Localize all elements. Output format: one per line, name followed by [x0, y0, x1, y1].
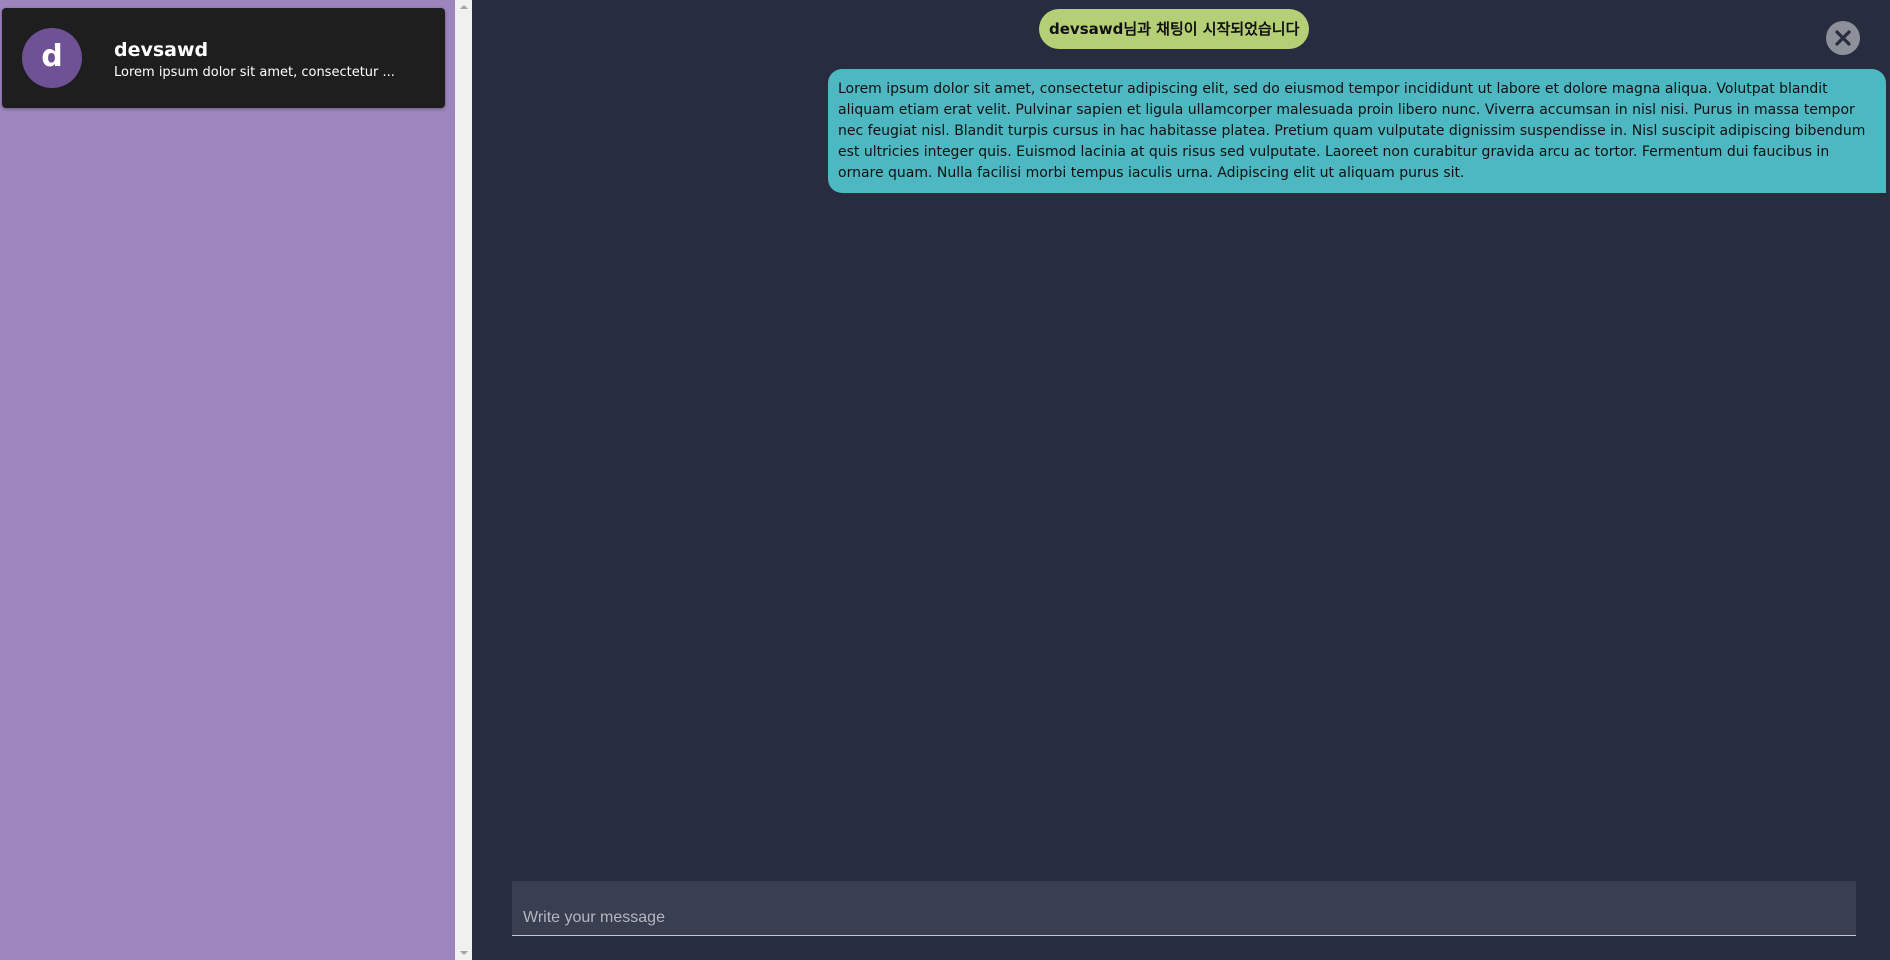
chat-conversation-panel: devsawd님과 채팅이 시작되었습니다 Lorem ipsum dolor …: [472, 0, 1890, 960]
chat-contact-name: devsawd: [114, 39, 209, 61]
chat-list-sidebar: d devsawd Lorem ipsum dolor sit amet, co…: [0, 0, 455, 960]
chat-app: d devsawd Lorem ipsum dolor sit amet, co…: [0, 0, 1890, 960]
system-message-badge: devsawd님과 채팅이 시작되었습니다: [1039, 9, 1310, 49]
scroll-up-arrow-icon[interactable]: [460, 5, 468, 9]
chat-message-bubble: Lorem ipsum dolor sit amet, consectetur …: [828, 69, 1886, 193]
sidebar-scrollbar[interactable]: [455, 0, 472, 960]
message-composer: [512, 881, 1856, 936]
avatar: d: [22, 28, 82, 88]
scroll-down-arrow-icon[interactable]: [460, 951, 468, 955]
chat-last-message-preview: Lorem ipsum dolor sit amet, consectetur …: [114, 65, 395, 80]
chat-list-item[interactable]: d devsawd Lorem ipsum dolor sit amet, co…: [2, 8, 445, 108]
close-icon: [1835, 30, 1851, 46]
close-chat-button[interactable]: [1826, 21, 1860, 55]
message-input[interactable]: [512, 881, 1856, 935]
